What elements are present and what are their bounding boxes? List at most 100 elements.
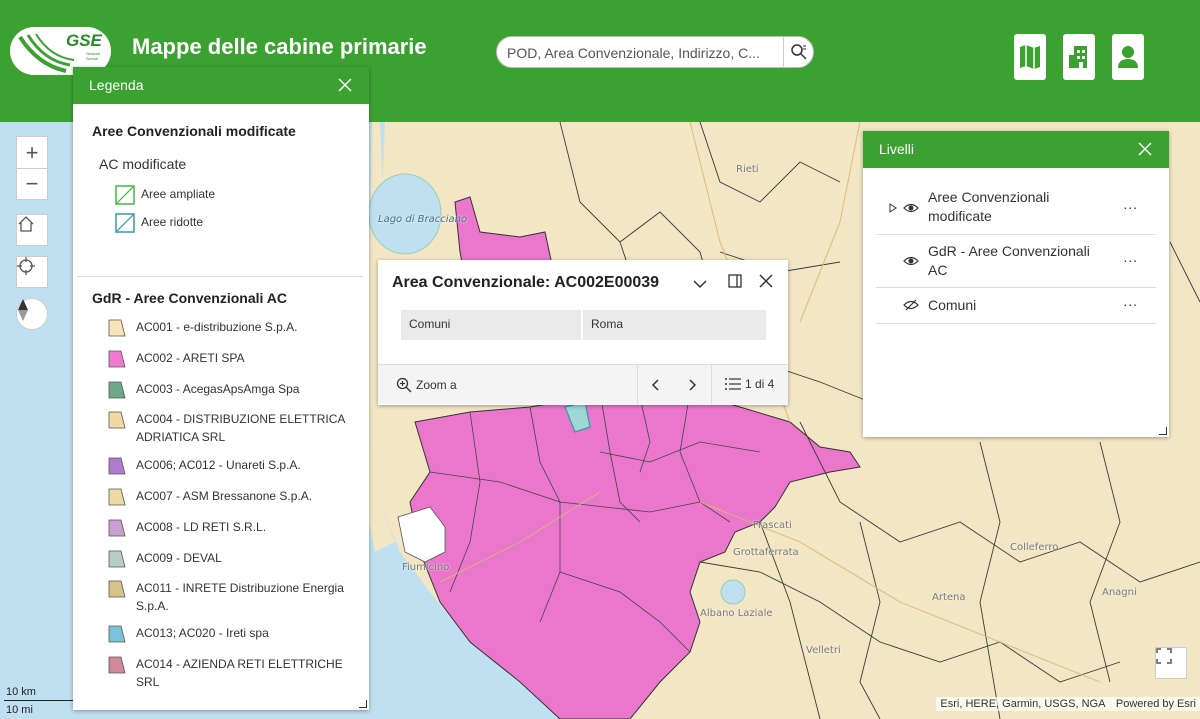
zoom-in-button[interactable]: + — [16, 136, 48, 168]
footer-divider — [711, 365, 712, 405]
attribution-text: Esri, HERE, Garmin, USGS, NGA — [940, 698, 1105, 710]
close-icon[interactable] — [1137, 141, 1153, 157]
search-box — [496, 36, 814, 68]
close-icon[interactable] — [758, 273, 774, 289]
home-button[interactable] — [16, 214, 48, 246]
zoom-out-button[interactable]: − — [16, 168, 48, 200]
powered-by: Powered by Esri — [1115, 698, 1196, 710]
page-indicator: 1 di 4 — [745, 377, 775, 391]
legend-item-label: Aree ampliate — [141, 187, 216, 201]
map-label-frascati: Frascati — [753, 520, 792, 531]
search-input[interactable] — [507, 43, 777, 63]
attribute-value: Roma — [591, 317, 624, 331]
more-options-icon[interactable]: ... — [1123, 249, 1138, 265]
resize-handle-icon[interactable] — [359, 700, 367, 708]
feature-popup: Area Convenzionale: AC002E00039 Comuni R… — [378, 260, 788, 405]
legend-swatch-icon — [108, 519, 126, 537]
map-label-rieti: Rieti — [736, 164, 759, 175]
map-icon — [1020, 45, 1040, 69]
user-button[interactable] — [1112, 34, 1144, 80]
fullscreen-button[interactable] — [1155, 647, 1187, 679]
map-label-colleferro: Colleferro — [1010, 542, 1059, 553]
locate-button[interactable] — [16, 256, 48, 288]
plus-icon: + — [25, 139, 39, 165]
close-icon[interactable] — [337, 77, 353, 93]
home-icon — [18, 216, 34, 232]
more-options-icon[interactable]: ... — [1123, 196, 1138, 212]
legend-ac-item: AC003 - AcegasApsAmga Spa — [108, 380, 346, 399]
legend-content[interactable]: Aree Convenzionali modificate AC modific… — [73, 104, 369, 710]
map-label-grottaferrata: Grottaferrata — [733, 547, 799, 558]
legend-ac-item: AC008 - LD RETI S.R.L. — [108, 518, 346, 537]
search-icon — [790, 44, 807, 60]
building-icon — [1069, 46, 1087, 68]
legend-swatch-icon — [108, 457, 126, 475]
previous-icon[interactable] — [649, 378, 663, 392]
popup-attribute-table: Comuni Roma — [401, 310, 766, 340]
collapse-icon[interactable] — [692, 276, 708, 292]
legend-item-aree-ridotte: Aree ridotte — [115, 213, 351, 233]
expand-icon[interactable] — [889, 203, 897, 213]
logo-subtext: Gestore Servizi — [86, 51, 101, 61]
legend-header: Legenda — [73, 67, 369, 104]
legend-item-label: AC008 - LD RETI S.R.L. — [136, 520, 267, 534]
legend-swatch-icon — [108, 411, 126, 429]
layer-item-comuni[interactable]: Comuni ... — [876, 288, 1156, 324]
legend-title: Legenda — [89, 77, 144, 93]
user-icon — [1118, 46, 1138, 68]
swatch-green-hatch — [115, 185, 135, 205]
map-button[interactable] — [1014, 34, 1046, 80]
legend-section1-title: Aree Convenzionali modificate — [92, 123, 296, 139]
legend-swatch-icon — [108, 550, 126, 568]
legend-swatch-icon — [108, 625, 126, 643]
legend-item-label: AC004 - DISTRIBUZIONE ELETTRICA ADRIATIC… — [136, 412, 345, 444]
scalebar-mi: 10 mi — [6, 704, 33, 716]
legend-swatch-icon — [108, 488, 126, 506]
popup-footer: Zoom a 1 di 4 — [378, 364, 788, 405]
eye-closed-icon[interactable] — [903, 299, 919, 311]
map-attribution[interactable]: Esri, HERE, Garmin, USGS, NGA Powered by… — [936, 697, 1200, 711]
swatch-teal-hatch — [115, 213, 135, 233]
legend-ac-item: AC002 - ARETI SPA — [108, 349, 346, 368]
eye-icon[interactable] — [903, 202, 919, 214]
minus-icon: − — [25, 171, 39, 196]
legend-item-label: AC011 - INRETE Distribuzione Energia S.p… — [136, 581, 344, 613]
layer-item-gdr-aree[interactable]: GdR - Aree Convenzionali AC ... — [876, 235, 1156, 288]
legend-swatch-icon — [108, 381, 126, 399]
legend-item-label: AC013; AC020 - Ireti spa — [136, 626, 269, 640]
scalebar-km: 10 km — [6, 686, 36, 698]
legend-item-label: AC009 - DEVAL — [136, 551, 222, 565]
zoom-to-button[interactable]: Zoom a — [396, 377, 457, 393]
resize-handle-icon[interactable] — [1159, 427, 1167, 435]
legend-ac-item: AC013; AC020 - Ireti spa — [108, 624, 346, 643]
legend-item-label: AC007 - ASM Bressanone S.p.A. — [136, 489, 313, 503]
layer-label: Aree Convenzionali modificate — [928, 189, 1050, 224]
legend-divider — [77, 276, 363, 277]
eye-icon[interactable] — [903, 255, 919, 267]
dock-icon[interactable] — [727, 273, 743, 289]
popup-title: Area Convenzionale: AC002E00039 — [392, 274, 660, 291]
legend-ac-item: AC009 - DEVAL — [108, 549, 346, 568]
layer-item-aree-modificate[interactable]: Aree Convenzionali modificate ... — [876, 182, 1156, 235]
zoom-to-label: Zoom a — [416, 378, 457, 392]
legend-ac-item: AC014 - AZIENDA RETI ELETTRICHE SRL — [108, 655, 346, 691]
legend-item-label: AC003 - AcegasApsAmga Spa — [136, 382, 300, 396]
map-label-albano: Albano Laziale — [700, 608, 773, 619]
map-label-velletri: Velletri — [806, 645, 841, 656]
legend-section2-title: GdR - Aree Convenzionali AC — [92, 290, 287, 306]
layers-header: Livelli — [863, 131, 1169, 168]
search-button[interactable] — [783, 37, 813, 67]
map-label-artena: Artena — [932, 592, 966, 603]
layers-title: Livelli — [879, 141, 915, 157]
legend-ac-item: AC001 - e-distribuzione S.p.A. — [108, 318, 346, 337]
next-icon[interactable] — [685, 378, 699, 392]
map-label-bracciano: Lago di Bracciano — [378, 214, 468, 225]
building-button[interactable] — [1063, 34, 1095, 80]
legend-ac-item: AC011 - INRETE Distribuzione Energia S.p… — [108, 579, 346, 615]
compass-button[interactable] — [16, 298, 48, 330]
legend-ac-item: AC004 - DISTRIBUZIONE ELETTRICA ADRIATIC… — [108, 410, 346, 446]
legend-swatch-icon — [108, 350, 126, 368]
attribute-name: Comuni — [401, 310, 583, 340]
feature-list-button[interactable]: 1 di 4 — [725, 377, 774, 391]
more-options-icon[interactable]: ... — [1123, 293, 1138, 309]
